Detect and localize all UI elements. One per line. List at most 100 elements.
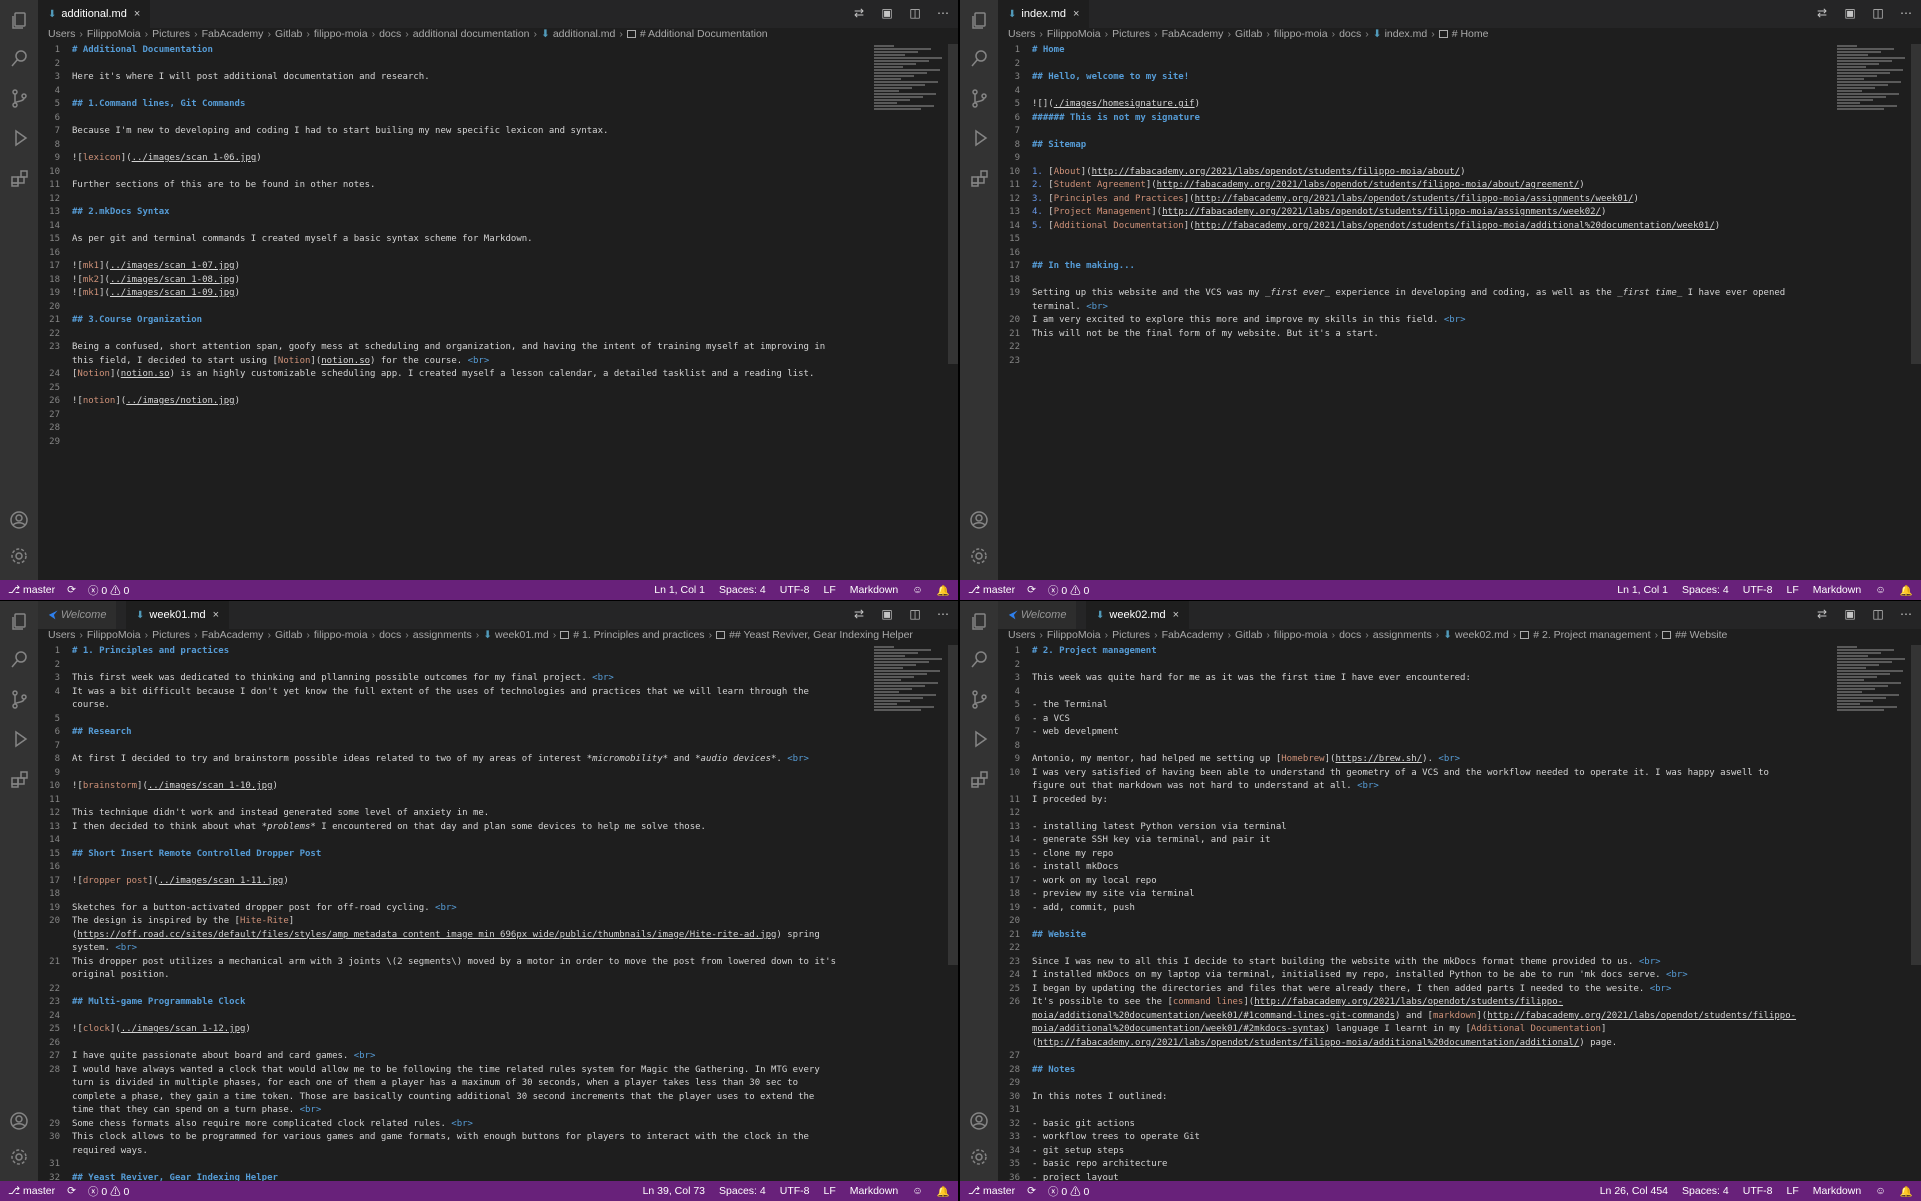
breadcrumb-item[interactable]: filippo-moia (314, 629, 368, 641)
extensions-icon[interactable] (9, 168, 29, 188)
split-editor-icon[interactable]: ◫ (1871, 607, 1885, 621)
indentation-status[interactable]: Spaces: 4 (719, 584, 766, 596)
source-control-icon[interactable] (9, 88, 29, 108)
explorer-icon[interactable] (969, 611, 989, 631)
breadcrumb-item[interactable]: assignments (413, 629, 472, 641)
accounts-icon[interactable] (9, 510, 29, 530)
code-editor[interactable]: 1 # 2. Project management 2 3 This week was … (998, 645, 1921, 1183)
more-actions-icon[interactable]: ⋯ (936, 607, 950, 621)
extensions-icon[interactable] (969, 769, 989, 789)
tab-file[interactable]: ⬇ week02.md × (1086, 601, 1190, 629)
search-icon[interactable] (9, 649, 29, 669)
search-icon[interactable] (969, 48, 989, 68)
problems-status[interactable]: ⓧ 0 ⚠ 0 (88, 1184, 129, 1199)
breadcrumb-item[interactable]: Gitlab (1235, 629, 1262, 641)
explorer-icon[interactable] (969, 10, 989, 30)
breadcrumb-item[interactable]: Gitlab (275, 28, 302, 40)
breadcrumb-item[interactable]: docs (1339, 28, 1361, 40)
breadcrumb-item[interactable]: additional.md (553, 28, 615, 40)
feedback-icon[interactable]: ☺ (1875, 1185, 1886, 1197)
breadcrumb-item[interactable]: Users (48, 629, 75, 641)
feedback-icon[interactable]: ☺ (1875, 584, 1886, 596)
open-preview-icon[interactable]: ▣ (1843, 607, 1857, 621)
run-debug-icon[interactable] (969, 729, 989, 749)
extensions-icon[interactable] (9, 769, 29, 789)
language-mode[interactable]: Markdown (1813, 1185, 1861, 1197)
language-mode[interactable]: Markdown (1813, 584, 1861, 596)
search-icon[interactable] (9, 48, 29, 68)
vertical-scrollbar[interactable] (948, 645, 958, 965)
minimap[interactable] (1837, 645, 1907, 711)
notifications-bell-icon[interactable]: 🔔 (1900, 1185, 1913, 1198)
breadcrumb-item[interactable]: filippo-moia (1274, 28, 1328, 40)
sync-icon[interactable]: ⟳ (1027, 1185, 1036, 1197)
cursor-position[interactable]: Ln 39, Col 73 (643, 1185, 705, 1197)
notifications-bell-icon[interactable]: 🔔 (937, 584, 950, 597)
branch-status[interactable]: ⎇ master (8, 1185, 55, 1197)
run-debug-icon[interactable] (9, 729, 29, 749)
breadcrumb-item[interactable]: FabAcademy (1162, 28, 1224, 40)
encoding-status[interactable]: UTF-8 (780, 1185, 810, 1197)
breadcrumb-item[interactable]: week02.md (1455, 629, 1509, 641)
sync-icon[interactable]: ⟳ (1027, 584, 1036, 596)
encoding-status[interactable]: UTF-8 (780, 584, 810, 596)
breadcrumb-item[interactable]: docs (379, 629, 401, 641)
sync-icon[interactable]: ⟳ (67, 584, 76, 596)
language-mode[interactable]: Markdown (850, 1185, 898, 1197)
indentation-status[interactable]: Spaces: 4 (1682, 1185, 1729, 1197)
cursor-position[interactable]: Ln 1, Col 1 (1617, 584, 1668, 596)
code-editor[interactable]: 1 # Home 2 3 ## Hello, welcome to my site! 4 5… (998, 44, 1921, 580)
breadcrumb-item[interactable]: filippo-moia (314, 28, 368, 40)
breadcrumb-item[interactable]: ## Yeast Reviver, Gear Indexing Helper (729, 629, 913, 641)
breadcrumb-item[interactable]: Gitlab (1235, 28, 1262, 40)
branch-status[interactable]: ⎇ master (8, 584, 55, 596)
tab-file[interactable]: ⬇ additional.md × (38, 0, 151, 28)
accounts-icon[interactable] (969, 1111, 989, 1131)
problems-status[interactable]: ⓧ 0 ⚠ 0 (1048, 1184, 1089, 1199)
eol-status[interactable]: LF (1786, 584, 1798, 596)
extensions-icon[interactable] (969, 168, 989, 188)
breadcrumb-item[interactable]: docs (1339, 629, 1361, 641)
accounts-icon[interactable] (9, 1111, 29, 1131)
accounts-icon[interactable] (969, 510, 989, 530)
breadcrumb-item[interactable]: ## Website (1675, 629, 1727, 641)
run-debug-icon[interactable] (9, 128, 29, 148)
breadcrumb-item[interactable]: Pictures (1112, 629, 1150, 641)
feedback-icon[interactable]: ☺ (912, 1185, 923, 1197)
code-editor[interactable]: 1 # 1. Principles and practices 2 3 This fir… (38, 645, 958, 1196)
encoding-status[interactable]: UTF-8 (1743, 1185, 1773, 1197)
open-preview-icon[interactable]: ▣ (880, 6, 894, 20)
problems-status[interactable]: ⓧ 0 ⚠ 0 (88, 583, 129, 598)
feedback-icon[interactable]: ☺ (912, 584, 923, 596)
minimap[interactable] (874, 44, 944, 110)
breadcrumb-item[interactable]: filippo-moia (1274, 629, 1328, 641)
problems-status[interactable]: ⓧ 0 ⚠ 0 (1048, 583, 1089, 598)
vertical-scrollbar[interactable] (1911, 645, 1921, 965)
sync-icon[interactable]: ⟳ (67, 1185, 76, 1197)
breadcrumb-item[interactable]: Users (1008, 28, 1035, 40)
close-tab-icon[interactable]: × (1073, 8, 1079, 20)
close-tab-icon[interactable]: × (134, 8, 140, 20)
breadcrumb-item[interactable]: # Additional Documentation (640, 28, 768, 40)
branch-status[interactable]: ⎇ master (968, 1185, 1015, 1197)
close-tab-icon[interactable]: × (1173, 609, 1179, 621)
breadcrumb-item[interactable]: Users (1008, 629, 1035, 641)
open-changes-icon[interactable]: ⇄ (1815, 6, 1829, 20)
indentation-status[interactable]: Spaces: 4 (719, 1185, 766, 1197)
tab-welcome[interactable]: ⮜ Welcome (38, 601, 117, 629)
breadcrumb-item[interactable]: index.md (1385, 28, 1428, 40)
split-editor-icon[interactable]: ◫ (908, 6, 922, 20)
more-actions-icon[interactable]: ⋯ (1899, 6, 1913, 20)
open-changes-icon[interactable]: ⇄ (852, 6, 866, 20)
minimap[interactable] (874, 645, 944, 711)
manage-gear-icon[interactable] (969, 546, 989, 566)
breadcrumb-item[interactable]: FilippoMoia (1047, 28, 1101, 40)
open-preview-icon[interactable]: ▣ (1843, 6, 1857, 20)
breadcrumb-item[interactable]: FabAcademy (1162, 629, 1224, 641)
notifications-bell-icon[interactable]: 🔔 (1900, 584, 1913, 597)
explorer-icon[interactable] (9, 10, 29, 30)
source-control-icon[interactable] (969, 88, 989, 108)
vertical-scrollbar[interactable] (1911, 44, 1921, 364)
cursor-position[interactable]: Ln 1, Col 1 (654, 584, 705, 596)
source-control-icon[interactable] (969, 689, 989, 709)
